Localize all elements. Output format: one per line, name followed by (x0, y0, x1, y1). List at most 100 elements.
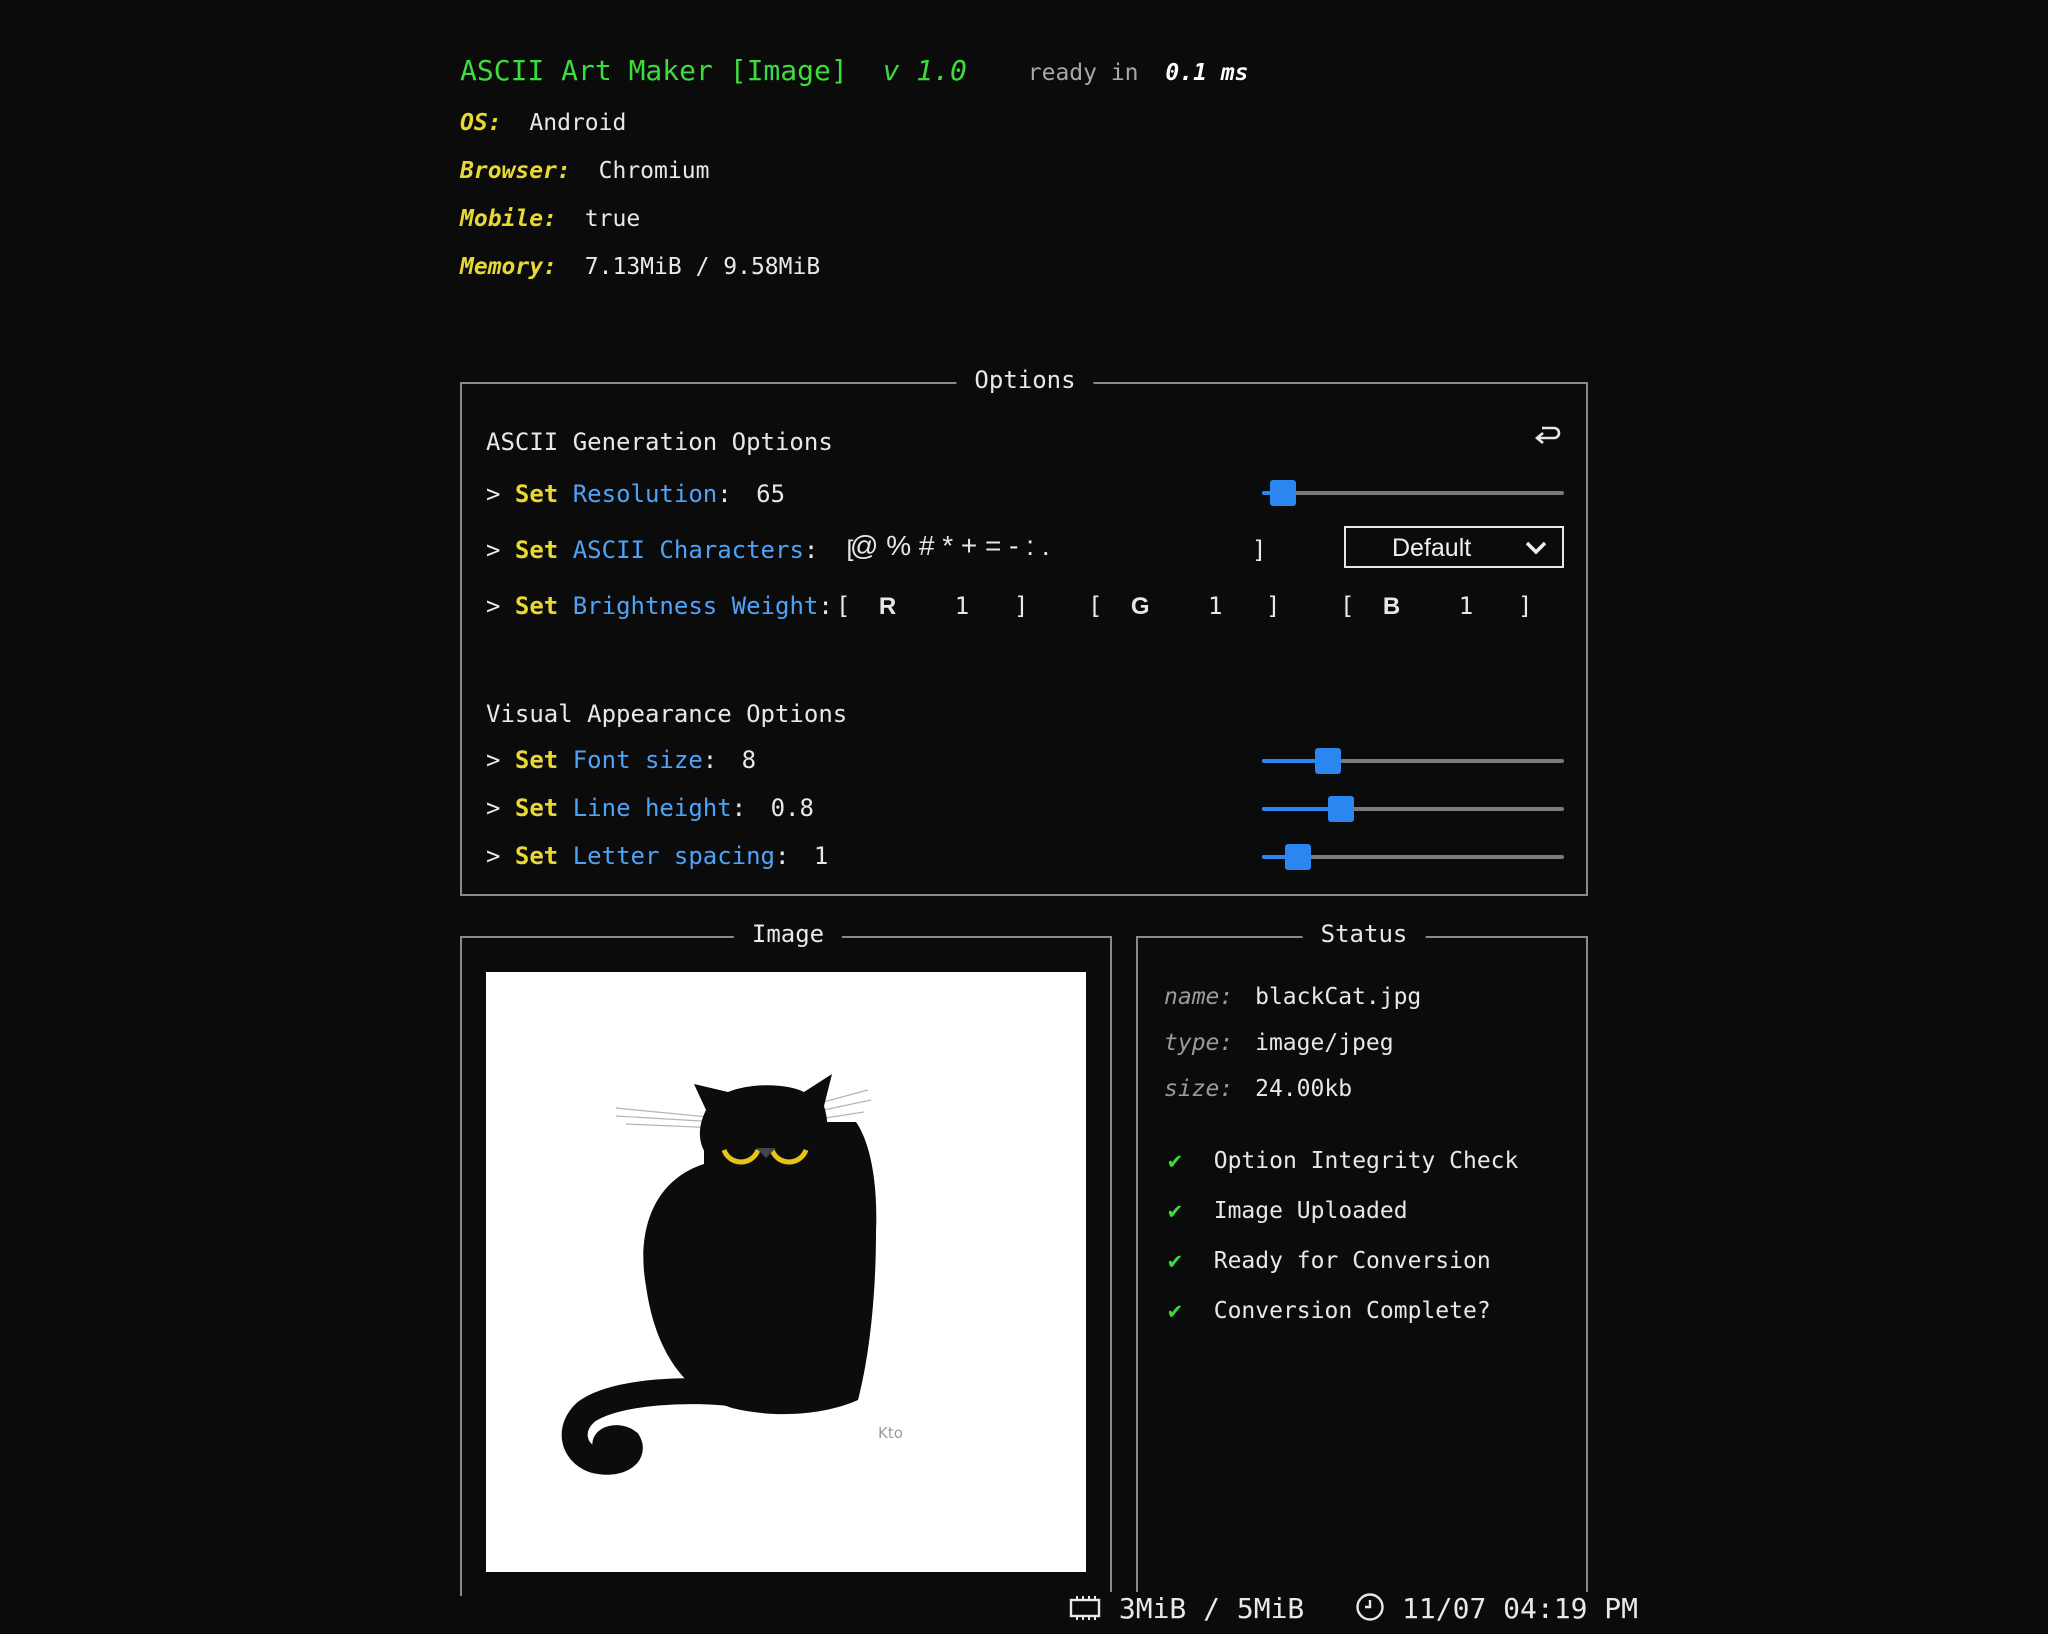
brightness-label: Brightness Weight (572, 592, 819, 620)
charset-preset-select[interactable]: Default (1344, 526, 1564, 568)
artist-signature: Kto (878, 1424, 903, 1442)
file-type-value: image/jpeg (1255, 1030, 1394, 1056)
image-panel: Image Kto (460, 920, 1112, 1596)
font-size-row: > Set Font size: 8 (486, 746, 757, 774)
status-panel: Status name: blackCat.jpg type: image/jp… (1136, 920, 1588, 1596)
prompt-marker: > (486, 794, 501, 822)
prompt-marker: > (486, 592, 501, 620)
status-legend: Status (1302, 920, 1426, 948)
browser-value: Chromium (598, 158, 710, 184)
visual-section-title: Visual Appearance Options (486, 700, 848, 728)
set-keyword: Set (514, 842, 559, 870)
clock-icon (1356, 1593, 1384, 1621)
checkmark-icon: ✔ (1168, 1248, 1182, 1274)
status-check-item: ✔ Image Uploaded (1168, 1198, 1408, 1224)
line-height-label: Line height (572, 794, 732, 822)
mobile-info: Mobile: true (460, 206, 640, 232)
checkmark-icon: ✔ (1168, 1198, 1182, 1224)
browser-info: Browser: Chromium (460, 158, 709, 184)
file-size-row: size: 24.00kb (1164, 1076, 1352, 1102)
app-title: ASCII Art Maker [Image] (460, 54, 848, 87)
file-name-row: name: blackCat.jpg (1164, 984, 1421, 1010)
options-legend: Options (956, 366, 1094, 394)
channel-b-label: B (1382, 593, 1401, 620)
file-name-value: blackCat.jpg (1255, 984, 1422, 1010)
status-check-label: Ready for Conversion (1213, 1248, 1491, 1274)
footer-memory: 3MiB / 5MiB (1118, 1592, 1305, 1625)
status-check-label: Option Integrity Check (1213, 1148, 1519, 1174)
checkmark-icon: ✔ (1168, 1148, 1182, 1174)
line-height-row: > Set Line height: 0.8 (486, 794, 814, 822)
line-height-slider[interactable] (1262, 796, 1564, 822)
characters-label: ASCII Characters (572, 536, 804, 564)
reset-icon[interactable] (1532, 422, 1562, 452)
prompt-marker: > (486, 536, 501, 564)
letter-spacing-value: 1 (813, 842, 829, 870)
image-legend: Image (733, 920, 843, 948)
channel-g-label: G (1130, 593, 1150, 620)
resolution-label: Resolution (572, 480, 718, 508)
letter-spacing-slider[interactable] (1262, 844, 1564, 870)
mobile-label: Mobile: (460, 206, 557, 232)
channel-r-label: R (878, 593, 897, 620)
status-check-item: ✔ Conversion Complete? (1168, 1298, 1491, 1324)
file-type-row: type: image/jpeg (1164, 1030, 1394, 1056)
uploaded-image[interactable]: Kto (486, 972, 1086, 1572)
resolution-slider[interactable] (1262, 480, 1564, 506)
set-keyword: Set (514, 536, 559, 564)
channel-g-value: 1 (1208, 592, 1223, 620)
set-keyword: Set (514, 794, 559, 822)
memory-value: 7.13MiB / 9.58MiB (584, 254, 821, 280)
brightness-g-input[interactable]: [ G 1 ] (1088, 592, 1280, 621)
ready-time: 0.1 ms (1165, 60, 1249, 86)
set-keyword: Set (514, 746, 559, 774)
resolution-row: > Set Resolution: 65 (486, 480, 786, 508)
mobile-value: true (584, 206, 641, 232)
brightness-row: > Set Brightness Weight: (486, 592, 833, 620)
memory-label: Memory: (460, 254, 557, 280)
browser-label: Browser: (460, 158, 571, 184)
prompt-marker: > (486, 746, 501, 774)
characters-close-bracket: ] (1252, 536, 1267, 564)
footer-datetime: 11/07 04:19 PM (1402, 1592, 1639, 1625)
options-panel: Options ASCII Generation Options > Set R… (460, 366, 1588, 896)
prompt-marker: > (486, 480, 501, 508)
file-size-value: 24.00kb (1255, 1076, 1353, 1102)
memory-chip-icon (1069, 1596, 1101, 1620)
chevron-down-icon (1525, 541, 1547, 555)
ascii-section-title: ASCII Generation Options (486, 428, 833, 456)
font-size-value: 8 (741, 746, 757, 774)
prompt-marker: > (486, 842, 501, 870)
status-check-item: ✔ Ready for Conversion (1168, 1248, 1491, 1274)
os-label: OS: (460, 110, 502, 136)
file-type-label: type: (1164, 1030, 1234, 1056)
characters-input[interactable]: @ % # * + = - : . (850, 530, 1280, 562)
black-cat-image: Kto (561, 1074, 903, 1475)
charset-preset-value: Default (1392, 534, 1472, 562)
app-header: ASCII Art Maker [Image] v 1.0 ready in 0… (460, 54, 1248, 87)
font-size-slider[interactable] (1262, 748, 1564, 774)
set-keyword: Set (514, 592, 559, 620)
channel-b-value: 1 (1458, 592, 1474, 620)
letter-spacing-label: Letter spacing (572, 842, 776, 870)
status-check-label: Image Uploaded (1213, 1198, 1408, 1224)
memory-info: Memory: 7.13MiB / 9.58MiB (460, 254, 820, 280)
ready-label: ready in (1027, 60, 1139, 86)
letter-spacing-slider-thumb[interactable] (1285, 844, 1312, 870)
brightness-b-input[interactable]: [ B 1 ] (1340, 592, 1532, 621)
font-size-label: Font size (572, 746, 703, 774)
font-size-slider-thumb[interactable] (1315, 748, 1342, 774)
channel-r-value: 1 (954, 592, 970, 620)
brightness-r-input[interactable]: [ R 1 ] (836, 592, 1028, 621)
os-info: OS: Android (460, 110, 626, 136)
letter-spacing-row: > Set Letter spacing: 1 (486, 842, 829, 870)
file-name-label: name: (1164, 984, 1234, 1010)
status-check-item: ✔ Option Integrity Check (1168, 1148, 1518, 1174)
resolution-slider-thumb[interactable] (1270, 480, 1297, 506)
file-size-label: size: (1164, 1076, 1234, 1102)
status-check-label: Conversion Complete? (1213, 1298, 1491, 1324)
app-version: v 1.0 (882, 54, 967, 87)
resolution-value: 65 (756, 480, 786, 508)
line-height-slider-thumb[interactable] (1327, 796, 1354, 822)
set-keyword: Set (514, 480, 559, 508)
